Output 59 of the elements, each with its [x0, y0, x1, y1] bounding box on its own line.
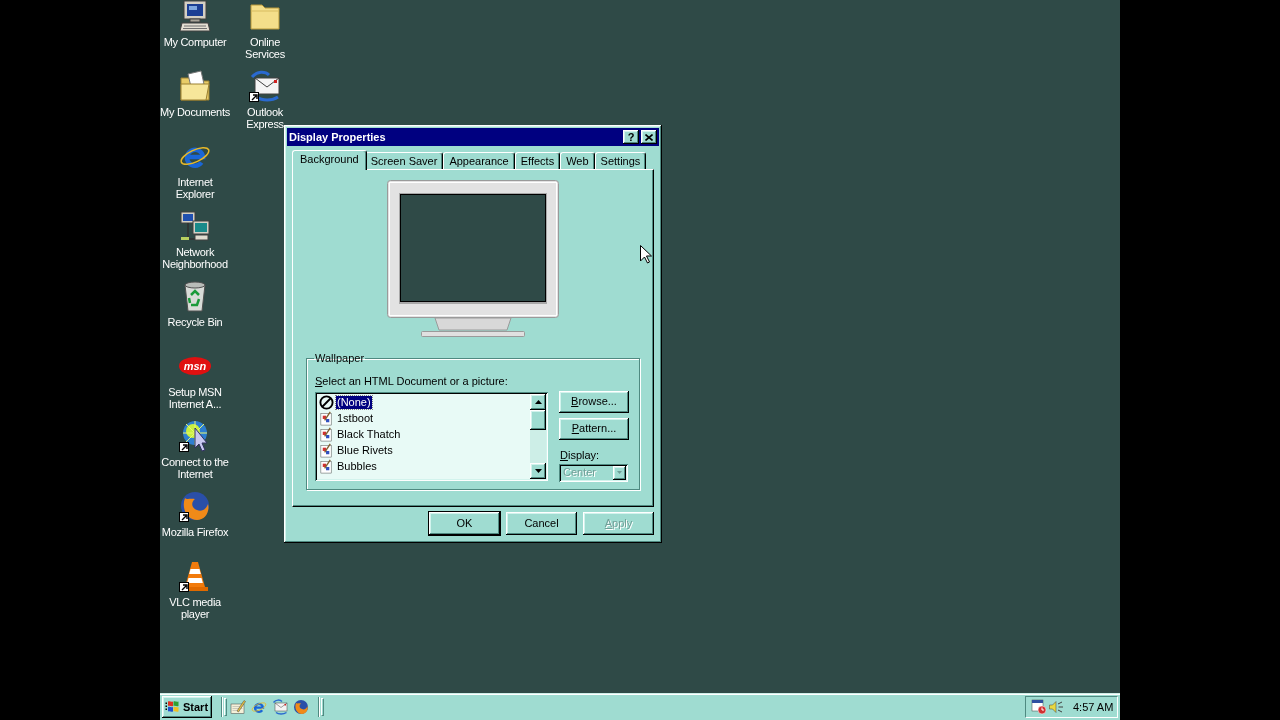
envelope-icon[interactable]: [249, 70, 281, 102]
scrollbar-thumb[interactable]: [530, 409, 546, 430]
image-file-icon: [319, 411, 334, 426]
list-item[interactable]: 1stboot: [336, 412, 375, 425]
scroll-down-button[interactable]: [530, 462, 546, 479]
scrollbar-track[interactable]: [530, 393, 546, 479]
start-button[interactable]: Start: [162, 696, 212, 718]
fox-globe-icon[interactable]: [179, 490, 211, 522]
desktop-icon-label[interactable]: Recycle Bin: [167, 316, 223, 328]
networked-computers-icon[interactable]: [179, 210, 211, 242]
desktop-icon-label[interactable]: Online Services: [230, 36, 300, 60]
list-item[interactable]: Blue Rivets: [336, 444, 394, 457]
calendar-clock-icon[interactable]: [1031, 699, 1047, 715]
close-button[interactable]: [641, 130, 657, 144]
logo-icon[interactable]: msn: [178, 357, 212, 375]
desktop-icon-label[interactable]: Internet Explorer: [160, 176, 230, 200]
no-symbol-icon: [319, 395, 334, 410]
e-logo-icon[interactable]: [251, 699, 267, 715]
desktop-icon-label[interactable]: Network Neighborhood: [160, 246, 230, 270]
scroll-up-button[interactable]: [530, 393, 546, 410]
dialog-button[interactable]: Cancel: [506, 512, 577, 535]
desktop-icon-label[interactable]: My Documents: [160, 106, 230, 118]
down-arrow-icon: [534, 468, 542, 473]
display-label: Display:: [559, 448, 601, 461]
close-icon: [645, 133, 653, 141]
group-label: Wallpaper: [314, 351, 366, 366]
tab[interactable]: Background: [292, 150, 367, 170]
image-file-icon: [319, 443, 334, 458]
clock[interactable]: 4:57 AM: [1073, 698, 1114, 716]
list-label: Select an HTML Document or a picture:: [315, 374, 509, 387]
desktop-icon-label[interactable]: Setup MSN Internet A...: [160, 386, 230, 410]
caret-icon: [617, 471, 622, 474]
image-file-icon: [319, 459, 334, 474]
speaker-icon[interactable]: [1048, 699, 1064, 715]
tab[interactable]: Screen Saver: [364, 152, 444, 169]
wallpaper-list[interactable]: (None) 1stboot Black Thatch Blue Rivets Bubbles: [315, 391, 548, 481]
dialog-button[interactable]: OK: [429, 512, 500, 535]
tab[interactable]: Web: [560, 152, 595, 169]
image-file-icon: [319, 427, 334, 442]
pattern-button[interactable]: Pattern...: [559, 417, 629, 440]
notepad-pencil-icon[interactable]: [230, 699, 246, 715]
desktop-icon-label[interactable]: My Computer: [163, 36, 227, 48]
list-item[interactable]: Black Thatch: [336, 428, 402, 441]
browse-button[interactable]: Browse...: [559, 390, 629, 413]
desktop-icon-label[interactable]: Connect to the Internet: [160, 456, 230, 480]
window-title: Display Properties: [289, 129, 387, 145]
tab[interactable]: Appearance: [443, 152, 515, 169]
help-button[interactable]: ?: [623, 130, 639, 144]
desktop-icon-label[interactable]: Outlook Express: [230, 106, 300, 130]
up-arrow-icon: [534, 399, 542, 404]
list-item[interactable]: Bubbles: [336, 460, 378, 473]
desktop-icon-label[interactable]: Mozilla Firefox: [161, 526, 229, 538]
list-item[interactable]: (None): [336, 396, 372, 409]
flag-icon: [165, 699, 181, 715]
document-folder-icon[interactable]: [179, 70, 211, 102]
tab[interactable]: Settings: [594, 152, 647, 169]
desktop-icon-label[interactable]: VLC media player: [160, 596, 230, 620]
computer-icon[interactable]: [179, 0, 211, 32]
tab[interactable]: Effects: [514, 152, 561, 169]
